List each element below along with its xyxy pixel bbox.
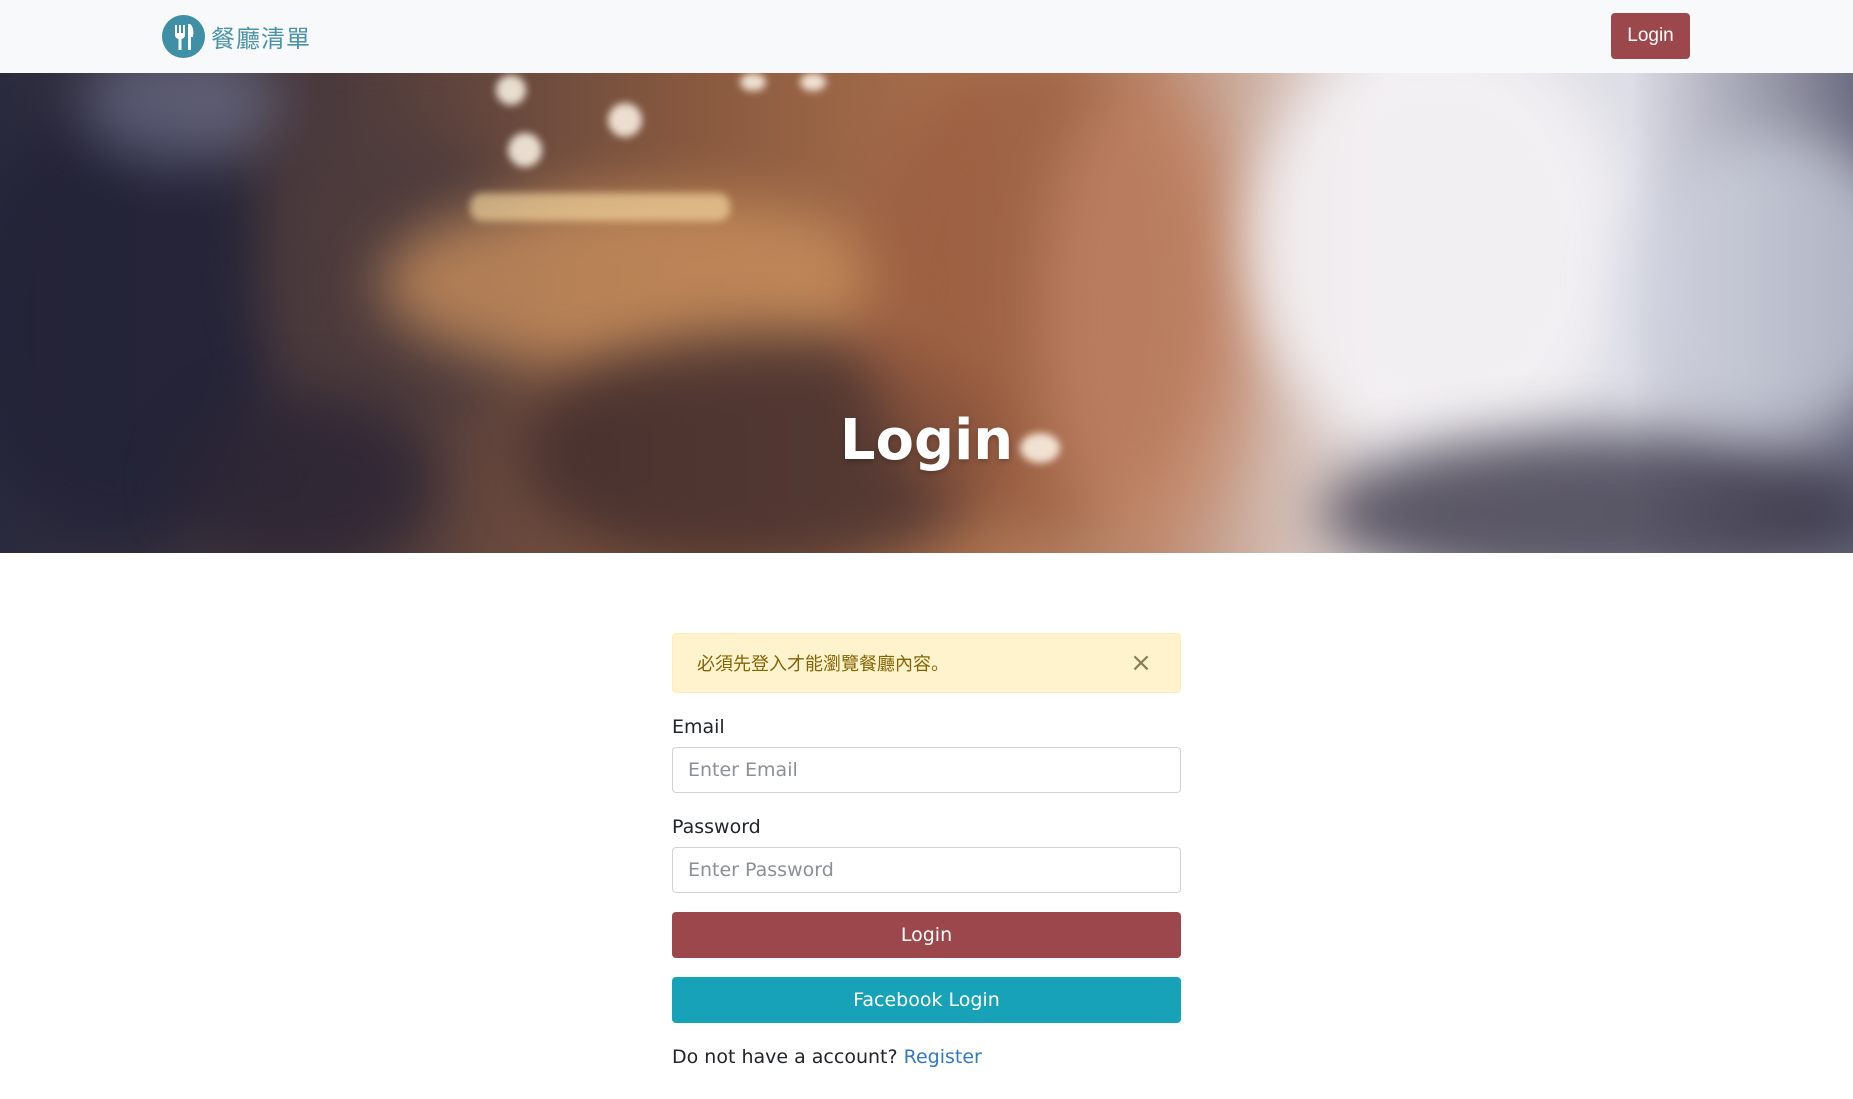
- alert-message: 必須先登入才能瀏覽餐廳內容。: [697, 654, 949, 675]
- login-form: 必須先登入才能瀏覽餐廳內容。 × Email Password Login Fa…: [672, 633, 1181, 1068]
- password-field[interactable]: [672, 847, 1181, 893]
- login-required-alert: 必須先登入才能瀏覽餐廳內容。 ×: [672, 633, 1181, 693]
- login-button[interactable]: Login: [672, 912, 1181, 958]
- navbar: 餐廳清單 Login: [0, 0, 1853, 73]
- register-prompt-line: Do not have a account? Register: [672, 1046, 1181, 1068]
- email-label: Email: [672, 716, 725, 738]
- register-prompt: Do not have a account?: [672, 1046, 898, 1068]
- register-link[interactable]: Register: [904, 1046, 982, 1068]
- fork-knife-icon: [162, 15, 205, 58]
- password-label: Password: [672, 816, 761, 838]
- brand-title: 餐廳清單: [211, 25, 311, 53]
- brand-link[interactable]: 餐廳清單: [162, 15, 311, 58]
- page-title: Login: [839, 408, 1014, 473]
- email-field[interactable]: [672, 747, 1181, 793]
- nav-login-button[interactable]: Login: [1611, 13, 1690, 59]
- close-icon[interactable]: ×: [1128, 650, 1154, 676]
- facebook-login-button[interactable]: Facebook Login: [672, 977, 1181, 1023]
- hero-banner: Login: [0, 73, 1853, 553]
